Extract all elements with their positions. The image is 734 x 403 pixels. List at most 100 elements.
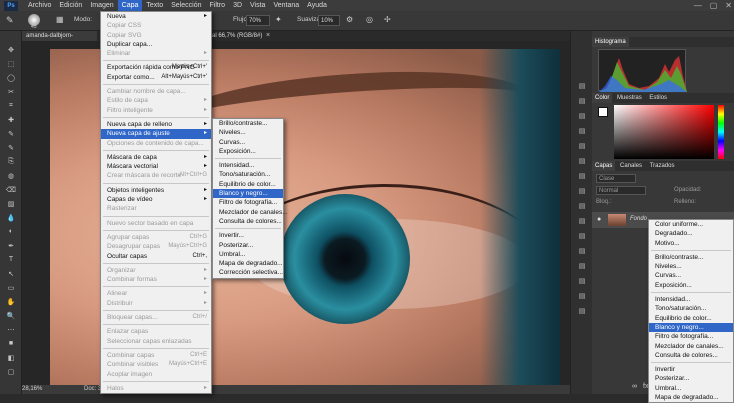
layer-menu-item[interactable]: Nueva capa de ajuste ▸ — [101, 129, 211, 139]
tab-styles[interactable]: Estilos — [646, 93, 670, 103]
smooth-input[interactable]: 10% — [318, 15, 340, 26]
brush-panel-icon[interactable]: ▦ — [56, 15, 64, 24]
adjustment-popup-item[interactable]: Posterizar... — [649, 374, 733, 383]
layer-menu-item[interactable]: Exportar como... Alt+Mayús+Ctrl+' — [101, 73, 211, 82]
adjustment-submenu-item[interactable]: Invertir... — [213, 231, 283, 240]
layer-menu-item[interactable]: Capas de vídeo ▸ — [101, 195, 211, 204]
adjustment-submenu-item[interactable]: Intensidad... — [213, 161, 283, 170]
adjustment-popup-item[interactable]: Equilibrio de color... — [649, 314, 733, 323]
adjustment-submenu-item[interactable]: Niveles... — [213, 128, 283, 137]
adjustment-popup-item[interactable]: Mapa de degradado... — [649, 393, 733, 402]
history-brush-icon[interactable]: ◍ — [5, 171, 17, 180]
menu-edición[interactable]: Edición — [55, 0, 86, 11]
blend-mode-select[interactable]: Normal — [596, 186, 646, 195]
channels-icon[interactable]: ▤ — [576, 156, 588, 166]
pen-tool-icon[interactable]: ✒ — [5, 241, 17, 250]
brushes-icon[interactable]: ▤ — [576, 246, 588, 256]
layer-menu-item[interactable]: Objetos inteligentes ▸ — [101, 186, 211, 195]
layer-name[interactable]: Fondo — [630, 216, 647, 222]
layer-kind-filter[interactable]: Clase — [596, 174, 636, 183]
flow-input[interactable]: 70% — [246, 15, 270, 26]
history-icon[interactable]: ▤ — [576, 81, 588, 91]
visibility-eye-icon[interactable]: ● — [597, 216, 601, 223]
airbrush-icon[interactable]: ✦ — [275, 15, 282, 24]
tab-layers[interactable]: Capas — [592, 161, 616, 171]
maximize-button[interactable]: ▢ — [710, 0, 718, 11]
adjustment-popup-item[interactable]: Filtro de fotografía... — [649, 332, 733, 341]
hand-tool-icon[interactable]: ✋ — [5, 297, 17, 306]
layer-menu-item[interactable]: Exportación rápida como PNG Mayús+Ctrl+' — [101, 63, 211, 72]
type-tool-icon[interactable]: T — [5, 255, 17, 264]
adjustment-popup-item[interactable]: Brillo/contraste... — [649, 253, 733, 262]
frame-tool-icon[interactable]: ⌗ — [5, 101, 17, 110]
menu-archivo[interactable]: Archivo — [24, 0, 55, 11]
adjustment-popup-item[interactable]: Blanco y negro... — [649, 322, 733, 333]
close-window-button[interactable]: ✕ — [725, 0, 732, 11]
adjustment-popup-item[interactable]: Intensidad... — [649, 295, 733, 304]
tab-channels[interactable]: Canales — [617, 161, 645, 171]
pressure-icon[interactable]: ◎ — [366, 15, 373, 24]
more-tools-icon[interactable]: ⋯ — [5, 325, 17, 334]
gear-icon[interactable]: ⚙ — [346, 15, 353, 24]
eraser-tool-icon[interactable]: ⌫ — [5, 185, 17, 194]
adjustment-submenu-item[interactable]: Curvas... — [213, 138, 283, 147]
adjustment-submenu-item[interactable]: Mezclador de canales... — [213, 208, 288, 217]
healing-tool-icon[interactable]: ✎ — [5, 129, 17, 138]
adjustment-popup-item[interactable]: Degradado... — [649, 229, 733, 238]
adjustment-submenu-item[interactable]: Mapa de degradado... — [213, 259, 283, 268]
color-field[interactable] — [614, 105, 714, 159]
timeline-icon[interactable]: ▤ — [576, 306, 588, 316]
quick-mask-icon[interactable]: ◧ — [5, 353, 17, 362]
paths-icon[interactable]: ▤ — [576, 261, 588, 271]
menu-ayuda[interactable]: Ayuda — [303, 0, 331, 11]
tab-paths[interactable]: Trazados — [647, 161, 678, 171]
adjustment-submenu-item[interactable]: Umbral... — [213, 250, 283, 259]
symmetry-icon[interactable]: ✢ — [384, 15, 391, 24]
layer-menu-item[interactable]: Máscara vectorial ▸ — [101, 162, 211, 171]
adjustment-popup-item[interactable]: Invertir — [649, 365, 733, 374]
brush-icon[interactable]: ✎ — [6, 15, 18, 27]
gradient-tool-icon[interactable]: ▨ — [5, 199, 17, 208]
blur-tool-icon[interactable]: 💧 — [5, 213, 17, 222]
menu-3d[interactable]: 3D — [229, 0, 246, 11]
menu-capa[interactable]: Capa — [117, 0, 143, 11]
eyedropper-tool-icon[interactable]: ✚ — [5, 115, 17, 124]
adjustment-popup-item[interactable]: Exposición... — [649, 281, 733, 290]
info-icon[interactable]: ▤ — [576, 216, 588, 226]
path-select-icon[interactable]: ↖ — [5, 269, 17, 278]
layer-menu-item[interactable]: Duplicar capa... — [101, 40, 211, 49]
dodge-tool-icon[interactable]: ◐ — [5, 227, 17, 236]
adjustment-submenu-item[interactable]: Tono/saturación... — [213, 170, 283, 179]
move-tool-icon[interactable]: ✥ — [5, 45, 17, 54]
layer-menu-item[interactable]: Nueva capa de relleno ▸ — [101, 120, 211, 129]
document-tab[interactable]: amanda-dalbjorn-258807-u — [22, 31, 97, 41]
shape-tool-icon[interactable]: ▭ — [5, 283, 17, 292]
adjustment-popup-item[interactable]: Mezclador de canales... — [649, 342, 733, 351]
lasso-tool-icon[interactable]: ◯ — [5, 73, 17, 82]
layer-comps-icon[interactable]: ▤ — [576, 291, 588, 301]
adjustment-submenu-item[interactable]: Corrección selectiva... — [213, 268, 283, 277]
adjustment-popup-item[interactable]: Tono/saturación... — [649, 304, 733, 313]
adjustments-icon[interactable]: ▤ — [576, 126, 588, 136]
tab-color[interactable]: Color — [592, 93, 613, 103]
adjustment-submenu-item[interactable]: Filtro de fotografía... — [213, 198, 283, 207]
menu-vista[interactable]: Vista — [246, 0, 269, 11]
actions-icon[interactable]: ▤ — [576, 96, 588, 106]
swatches-icon[interactable]: ▤ — [576, 171, 588, 181]
glyphs-icon[interactable]: ▤ — [576, 231, 588, 241]
adjustment-popup-item[interactable]: Niveles... — [649, 262, 733, 271]
adjustment-popup-item[interactable]: Curvas... — [649, 271, 733, 280]
menu-texto[interactable]: Texto — [142, 0, 167, 11]
adjustment-popup-item[interactable]: Motivo... — [649, 239, 733, 248]
adjustment-submenu-item[interactable]: Blanco y negro... — [213, 189, 283, 199]
layer-menu-item[interactable]: Máscara de capa ▸ — [101, 153, 211, 162]
clone-stamp-icon[interactable]: ⎘ — [5, 157, 17, 166]
minimize-button[interactable]: — — [694, 0, 702, 11]
menu-selección[interactable]: Selección — [167, 0, 205, 11]
tab-swatches[interactable]: Muestras — [614, 93, 645, 103]
paragraph-icon[interactable]: ▤ — [576, 201, 588, 211]
layer-menu-item[interactable]: Nueva ▸ — [101, 12, 211, 21]
layer-menu-item[interactable]: Ocultar capas Ctrl+, — [101, 252, 211, 261]
color-swatch-icon[interactable]: ■ — [5, 339, 17, 348]
tab-histogram[interactable]: Histograma — [592, 37, 629, 47]
